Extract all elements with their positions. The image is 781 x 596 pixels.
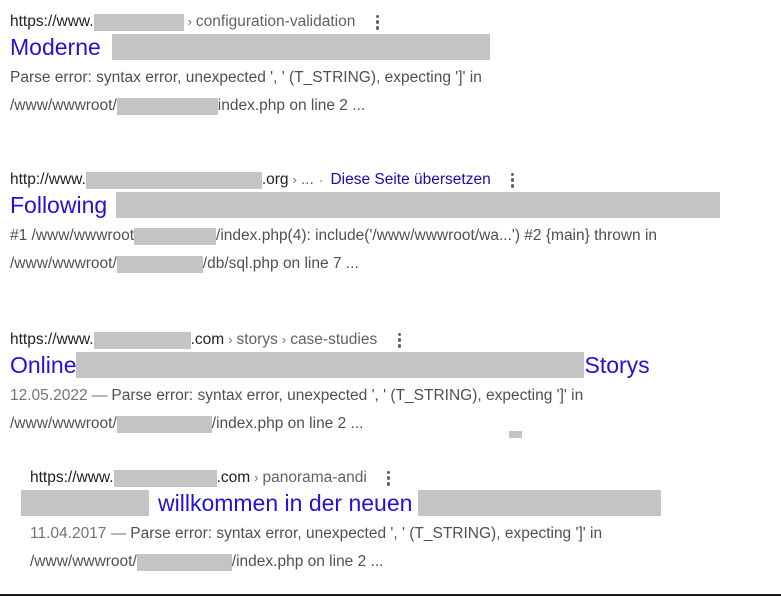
- result-description-line: /www/wwwroot/ /index.php on line 2 ...: [10, 413, 781, 435]
- kebab-menu-icon[interactable]: [369, 14, 385, 30]
- result-url-line[interactable]: https://www. › configuration-validation: [10, 12, 781, 32]
- result-description-line: 11.04.2017 — Parse error: syntax error, …: [30, 523, 781, 545]
- kebab-menu-icon[interactable]: [381, 470, 397, 486]
- result-description-line: /www/wwwroot/ /db/sql.php on line 7 ...: [10, 253, 781, 275]
- url-tld: .org: [261, 171, 289, 188]
- url-scheme-host: https://www.: [30, 469, 114, 486]
- kebab-menu-icon[interactable]: [505, 172, 521, 188]
- result-url-line[interactable]: https://www. .com › panorama-andi: [30, 468, 781, 488]
- result-title-link[interactable]: willkommen in der neuen: [21, 488, 781, 518]
- kebab-menu-icon[interactable]: [391, 332, 407, 348]
- title-text: Following: [10, 192, 108, 218]
- breadcrumb-segment: configuration-validation: [195, 13, 356, 30]
- redaction-artifact: [509, 431, 522, 438]
- result-description-line: /www/wwwroot/ /index.php on line 2 ...: [30, 551, 781, 573]
- url-tld: .com: [216, 469, 251, 486]
- result-title-link[interactable]: Moderne: [10, 32, 781, 62]
- description-date: 11.04.2017 —: [30, 525, 127, 542]
- description-text: /www/wwwroot/: [30, 553, 137, 570]
- search-result: https://www. .com › storys › case-studie…: [0, 330, 781, 435]
- title-text: Moderne: [10, 34, 101, 60]
- result-description-line: Parse error: syntax error, unexpected ',…: [10, 67, 781, 89]
- redaction-box: [136, 553, 232, 571]
- description-text: /db/sql.php on line 7 ...: [202, 255, 359, 272]
- description-text: index.php on line 2 ...: [217, 97, 366, 114]
- description-text: /index.php on line 2 ...: [211, 415, 364, 432]
- title-text: willkommen in der neuen: [158, 490, 413, 516]
- breadcrumb-separator: ›: [281, 332, 287, 347]
- url-tld: .com: [190, 331, 225, 348]
- description-date: 12.05.2022 —: [10, 387, 108, 404]
- result-description-line: /www/wwwroot/ index.php on line 2 ...: [10, 95, 781, 117]
- redaction-box: [111, 34, 490, 60]
- redaction-box: [93, 331, 191, 349]
- redaction-box: [93, 13, 184, 31]
- breadcrumb-segment: case-studies: [290, 331, 378, 348]
- description-text: /www/wwwroot/: [10, 97, 117, 114]
- breadcrumb-separator: ›: [254, 470, 259, 485]
- search-result: http://www. .org › ... · Diese Seite übe…: [0, 170, 781, 275]
- translate-page-link[interactable]: Diese Seite übersetzen: [328, 170, 490, 190]
- redaction-box: [21, 490, 149, 516]
- breadcrumb-segment: storys: [236, 331, 278, 348]
- redaction-box: [116, 255, 203, 273]
- redaction-box: [76, 352, 585, 378]
- redaction-box: [113, 469, 217, 487]
- url-scheme-host: https://www.: [10, 13, 94, 30]
- breadcrumb-separator: ›: [187, 14, 192, 29]
- breadcrumb-separator: ›: [292, 172, 297, 187]
- breadcrumb-separator: ›: [228, 332, 233, 347]
- result-url-line[interactable]: http://www. .org › ... · Diese Seite übe…: [10, 170, 781, 190]
- redaction-box: [134, 227, 217, 245]
- result-title-link[interactable]: Following: [10, 190, 781, 220]
- search-results-page: https://www. › configuration-validation …: [0, 0, 781, 596]
- description-text: /index.php(4): include('/www/wwwroot/wa.…: [216, 227, 658, 244]
- result-description-line: 12.05.2022 — Parse error: syntax error, …: [10, 385, 781, 407]
- redaction-box: [116, 415, 212, 433]
- result-description-line: #1 /www/wwwroot /index.php(4): include('…: [10, 225, 781, 247]
- title-text: Storys: [584, 352, 650, 378]
- url-scheme-host: http://www.: [10, 171, 86, 188]
- description-text: /www/wwwroot/: [10, 415, 117, 432]
- url-scheme-host: https://www.: [10, 331, 94, 348]
- description-text: #1 /www/wwwroot: [10, 227, 135, 244]
- breadcrumb-segment: panorama-andi: [262, 469, 367, 486]
- redaction-box: [85, 171, 262, 189]
- result-url-line[interactable]: https://www. .com › storys › case-studie…: [10, 330, 781, 350]
- description-text: Parse error: syntax error, unexpected ',…: [111, 387, 584, 404]
- description-text: /www/wwwroot/: [10, 255, 117, 272]
- title-text: Online: [10, 352, 77, 378]
- breadcrumb-segment: ...: [300, 171, 314, 188]
- search-result: https://www. › configuration-validation …: [0, 12, 781, 117]
- separator-dot: ·: [318, 172, 324, 188]
- redaction-box: [418, 490, 662, 516]
- redaction-box: [116, 97, 218, 115]
- search-result: https://www. .com › panorama-andi willko…: [0, 468, 781, 573]
- description-text: /index.php on line 2 ...: [231, 553, 384, 570]
- description-text: Parse error: syntax error, unexpected ',…: [130, 525, 603, 542]
- result-title-link[interactable]: Online Storys: [10, 350, 781, 380]
- redaction-box: [116, 192, 721, 218]
- description-text: Parse error: syntax error, unexpected ',…: [10, 69, 482, 86]
